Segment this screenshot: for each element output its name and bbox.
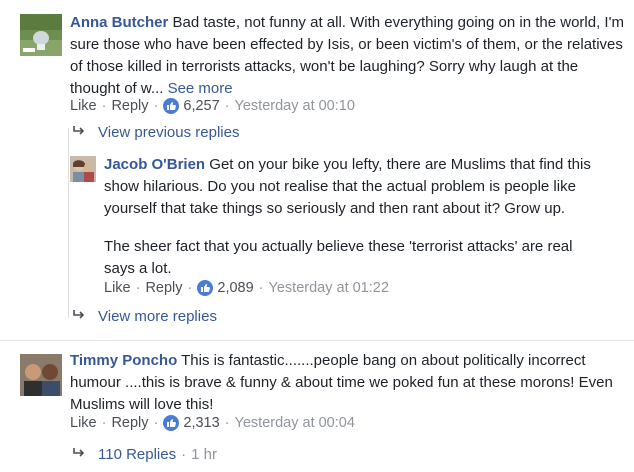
separator: · [224, 415, 230, 431]
like-reaction-icon [163, 415, 180, 431]
separator: · [101, 98, 107, 114]
separator: · [153, 415, 159, 431]
separator: · [153, 98, 159, 114]
like-count[interactable]: 6,257 [183, 98, 219, 114]
reply-arrow-icon [72, 446, 86, 463]
view-more-replies-label: View more replies [98, 308, 217, 325]
reply-arrow-icon [72, 124, 86, 141]
comment-timestamp[interactable]: Yesterday at 01:22 [269, 280, 389, 296]
reply-link[interactable]: Reply [111, 98, 148, 114]
replies-count-label: 110 Replies [98, 446, 177, 463]
reply-thread-line [68, 128, 69, 318]
like-link[interactable]: Like [70, 98, 97, 114]
see-more-link[interactable]: See more [168, 80, 233, 97]
comment-timestamp[interactable]: Yesterday at 00:04 [235, 415, 355, 431]
comment-author[interactable]: Anna Butcher [70, 14, 168, 31]
comment-divider [0, 340, 634, 341]
reply-arrow-icon [72, 308, 86, 325]
separator: · [224, 98, 230, 114]
replies-age: 1 hr [191, 446, 217, 463]
reply-link[interactable]: Reply [111, 415, 148, 431]
comment-author[interactable]: Timmy Poncho [70, 352, 177, 369]
avatar[interactable] [20, 14, 62, 56]
avatar[interactable] [20, 354, 62, 396]
like-count[interactable]: 2,313 [183, 415, 219, 431]
comment-actions: Like · Reply · 2,313 · Yesterday at 00:0… [70, 415, 355, 431]
like-link[interactable]: Like [104, 280, 131, 296]
separator: · [135, 280, 141, 296]
view-more-replies-link[interactable]: View more replies [72, 308, 217, 325]
comment-actions: Like · Reply · 2,089 · Yesterday at 01:2… [104, 280, 389, 296]
like-reaction-icon [197, 280, 214, 296]
reply-link[interactable]: Reply [145, 280, 182, 296]
comment-author[interactable]: Jacob O'Brien [104, 156, 205, 173]
separator: · [181, 446, 187, 463]
like-link[interactable]: Like [70, 415, 97, 431]
view-previous-replies-label: View previous replies [98, 124, 240, 141]
view-replies-link[interactable]: 110 Replies · 1 hr [72, 446, 217, 463]
comment-timestamp[interactable]: Yesterday at 00:10 [235, 98, 355, 114]
like-reaction-icon [163, 98, 180, 114]
view-previous-replies-link[interactable]: View previous replies [72, 124, 239, 141]
avatar[interactable] [70, 156, 96, 182]
separator: · [258, 280, 264, 296]
separator: · [101, 415, 107, 431]
comment-text: The sheer fact that you actually believe… [104, 238, 573, 277]
separator: · [187, 280, 193, 296]
comment-actions: Like · Reply · 6,257 · Yesterday at 00:1… [70, 98, 355, 114]
like-count[interactable]: 2,089 [217, 280, 253, 296]
